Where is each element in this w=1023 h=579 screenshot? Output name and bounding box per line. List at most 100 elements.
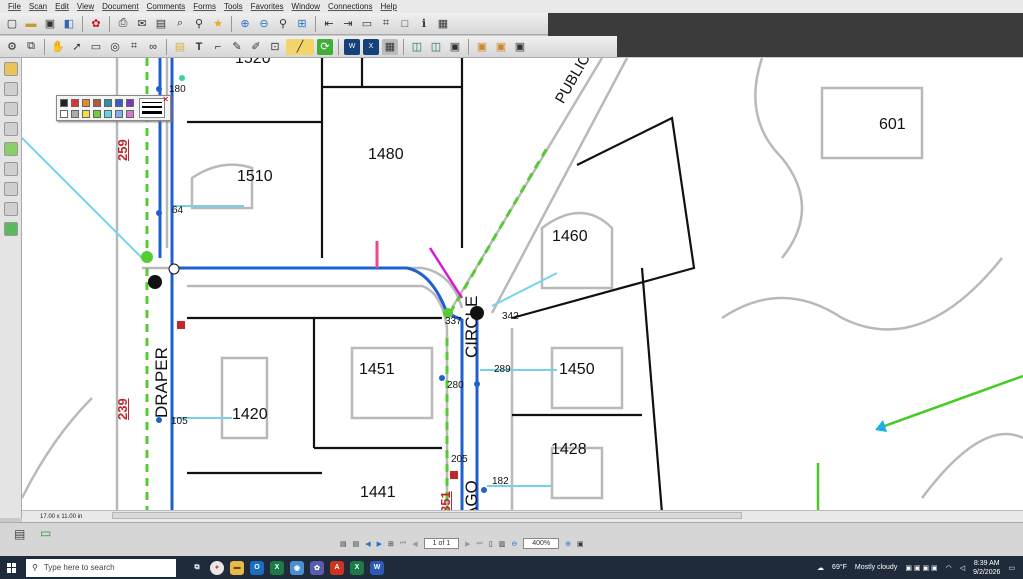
ocr-page-icon[interactable]: ◫	[428, 39, 444, 55]
color-swatch-black[interactable]	[60, 99, 68, 107]
fit-width-icon[interactable]: ▤	[340, 540, 347, 548]
new-document-icon[interactable]: ▢	[4, 16, 20, 32]
color-swatch-yellow[interactable]	[82, 110, 90, 118]
email-icon[interactable]: ✉	[134, 16, 150, 32]
find-icon[interactable]: ⚲	[191, 16, 207, 32]
scan-icon[interactable]: ▤	[153, 16, 169, 32]
edit-object-icon[interactable]: ⧉	[23, 39, 39, 55]
last-page-icon[interactable]: ⏭	[477, 540, 483, 548]
page-number-field[interactable]: 1 of 1	[423, 538, 460, 549]
create-pdf-icon[interactable]: ◧	[61, 16, 77, 32]
color-swatch-teal[interactable]	[104, 99, 112, 107]
first-page-icon[interactable]: ⏮	[400, 540, 406, 548]
chat-icon[interactable]: ▭	[40, 526, 51, 540]
ocr-doc-icon[interactable]: ▣	[447, 39, 463, 55]
menu-connections[interactable]: Connections	[328, 2, 372, 11]
fit-page-icon[interactable]: ⊞	[294, 16, 310, 32]
color-swatch-orange[interactable]	[82, 99, 90, 107]
color-swatch-pink[interactable]	[126, 110, 134, 118]
horizontal-scrollbar[interactable]	[112, 512, 742, 519]
sticky-note-icon[interactable]: ▤	[172, 39, 188, 55]
settings-gear-icon[interactable]: ⚙	[4, 39, 20, 55]
outlook-icon[interactable]: O	[250, 560, 264, 575]
green-flag-icon[interactable]: ⟳	[317, 38, 333, 55]
next-view-icon[interactable]: ▶	[377, 540, 382, 548]
signature-icon[interactable]	[3, 202, 18, 216]
next-page-icon[interactable]: ▶	[465, 540, 470, 548]
notifications-icon[interactable]: ▭	[1008, 564, 1015, 572]
ocr-icon[interactable]: ◫	[409, 39, 425, 55]
snapshot-icon[interactable]: ◎	[107, 39, 123, 55]
pages-icon[interactable]	[3, 82, 18, 96]
select-area-icon[interactable]: ▭	[88, 39, 104, 55]
excel-icon[interactable]: X	[270, 560, 284, 575]
color-swatch-green[interactable]	[93, 110, 101, 118]
insert-page-icon[interactable]: ⇤	[321, 16, 337, 32]
open-folder-icon[interactable]: ▬	[23, 16, 39, 32]
close-icon[interactable]: ✕	[162, 95, 169, 104]
menu-forms[interactable]: Forms	[193, 2, 216, 11]
attachments-icon[interactable]	[3, 182, 18, 196]
color-swatch-gray[interactable]	[71, 110, 79, 118]
link-icon[interactable]: ∞	[145, 39, 161, 55]
menu-help[interactable]: Help	[380, 2, 396, 11]
info-icon[interactable]: ℹ	[416, 16, 432, 32]
word-icon[interactable]: W	[370, 560, 384, 575]
menu-tools[interactable]: Tools	[224, 2, 243, 11]
line-width-options[interactable]	[139, 98, 165, 118]
export-image-icon[interactable]: ▦	[382, 38, 398, 55]
save-icon[interactable]: ▣	[42, 16, 58, 32]
color-swatch-purple[interactable]	[126, 99, 134, 107]
menu-window[interactable]: Window	[292, 2, 320, 11]
tag-icon[interactable]	[3, 142, 18, 156]
pdf-icon[interactable]: A	[330, 560, 344, 575]
sign-icon[interactable]: ▣	[493, 39, 509, 55]
fullscreen-icon[interactable]: ▣	[577, 540, 584, 548]
zoom-in-icon[interactable]: ⊕	[237, 16, 253, 32]
color-swatch-white[interactable]	[60, 110, 68, 118]
app-icon[interactable]: ✿	[310, 560, 324, 575]
zoom-out-icon[interactable]: ⊖	[511, 540, 517, 548]
callout-icon[interactable]: ⌐	[210, 39, 226, 55]
layers-icon[interactable]	[3, 122, 18, 136]
fit-visible-icon[interactable]: ▤	[353, 540, 360, 548]
color-swatch-cyan[interactable]	[104, 110, 112, 118]
excel-icon-2[interactable]: X	[350, 560, 364, 575]
taskbar-search-box[interactable]: ⚲ Type here to search	[26, 558, 176, 577]
chrome-icon[interactable]: ●	[210, 560, 224, 575]
prev-page-icon[interactable]: ◀	[412, 540, 417, 548]
pencil-icon[interactable]: ✎	[229, 39, 245, 55]
favorites-star-icon[interactable]: ★	[210, 16, 226, 32]
typewriter-text-icon[interactable]: T	[191, 39, 207, 55]
file-explorer-icon[interactable]: ▬	[230, 560, 244, 575]
acrobat-icon[interactable]: ✿	[88, 16, 104, 32]
pen-icon[interactable]	[3, 162, 18, 176]
wifi-icon[interactable]: ◠	[946, 564, 952, 572]
menu-favorites[interactable]: Favorites	[251, 2, 284, 11]
export-word-icon[interactable]: W	[344, 38, 360, 55]
previous-view-icon[interactable]: ◀	[365, 540, 370, 548]
menu-file[interactable]: File	[8, 2, 21, 11]
zoom-level-field[interactable]: 400%	[523, 538, 560, 549]
page-tools-icon[interactable]: ▭	[359, 16, 375, 32]
start-button[interactable]	[0, 556, 24, 579]
continuous-icon[interactable]: ▥	[499, 540, 506, 548]
certify-icon[interactable]: ▣	[512, 39, 528, 55]
color-swatch-brown[interactable]	[93, 99, 101, 107]
line-tool-icon[interactable]: ╱	[286, 38, 314, 55]
export-excel-icon[interactable]: X	[363, 38, 379, 55]
task-view-icon[interactable]: ⧉	[190, 561, 204, 575]
secure-icon[interactable]: ▣	[474, 39, 490, 55]
rectangle-icon[interactable]: □	[397, 16, 413, 32]
properties-icon[interactable]: ▦	[435, 16, 451, 32]
bookmark-icon[interactable]	[3, 62, 18, 76]
stamp-icon[interactable]: ⊡	[267, 39, 283, 55]
menu-comments[interactable]: Comments	[147, 2, 186, 11]
highlight-icon[interactable]: ✐	[248, 39, 264, 55]
color-swatch-blue[interactable]	[115, 99, 123, 107]
color-swatch-red[interactable]	[71, 99, 79, 107]
zoom-out-icon[interactable]: ⊖	[256, 16, 272, 32]
menu-edit[interactable]: Edit	[55, 2, 69, 11]
hand-tool-icon[interactable]: ✋	[50, 39, 66, 55]
menu-document[interactable]: Document	[102, 2, 138, 11]
